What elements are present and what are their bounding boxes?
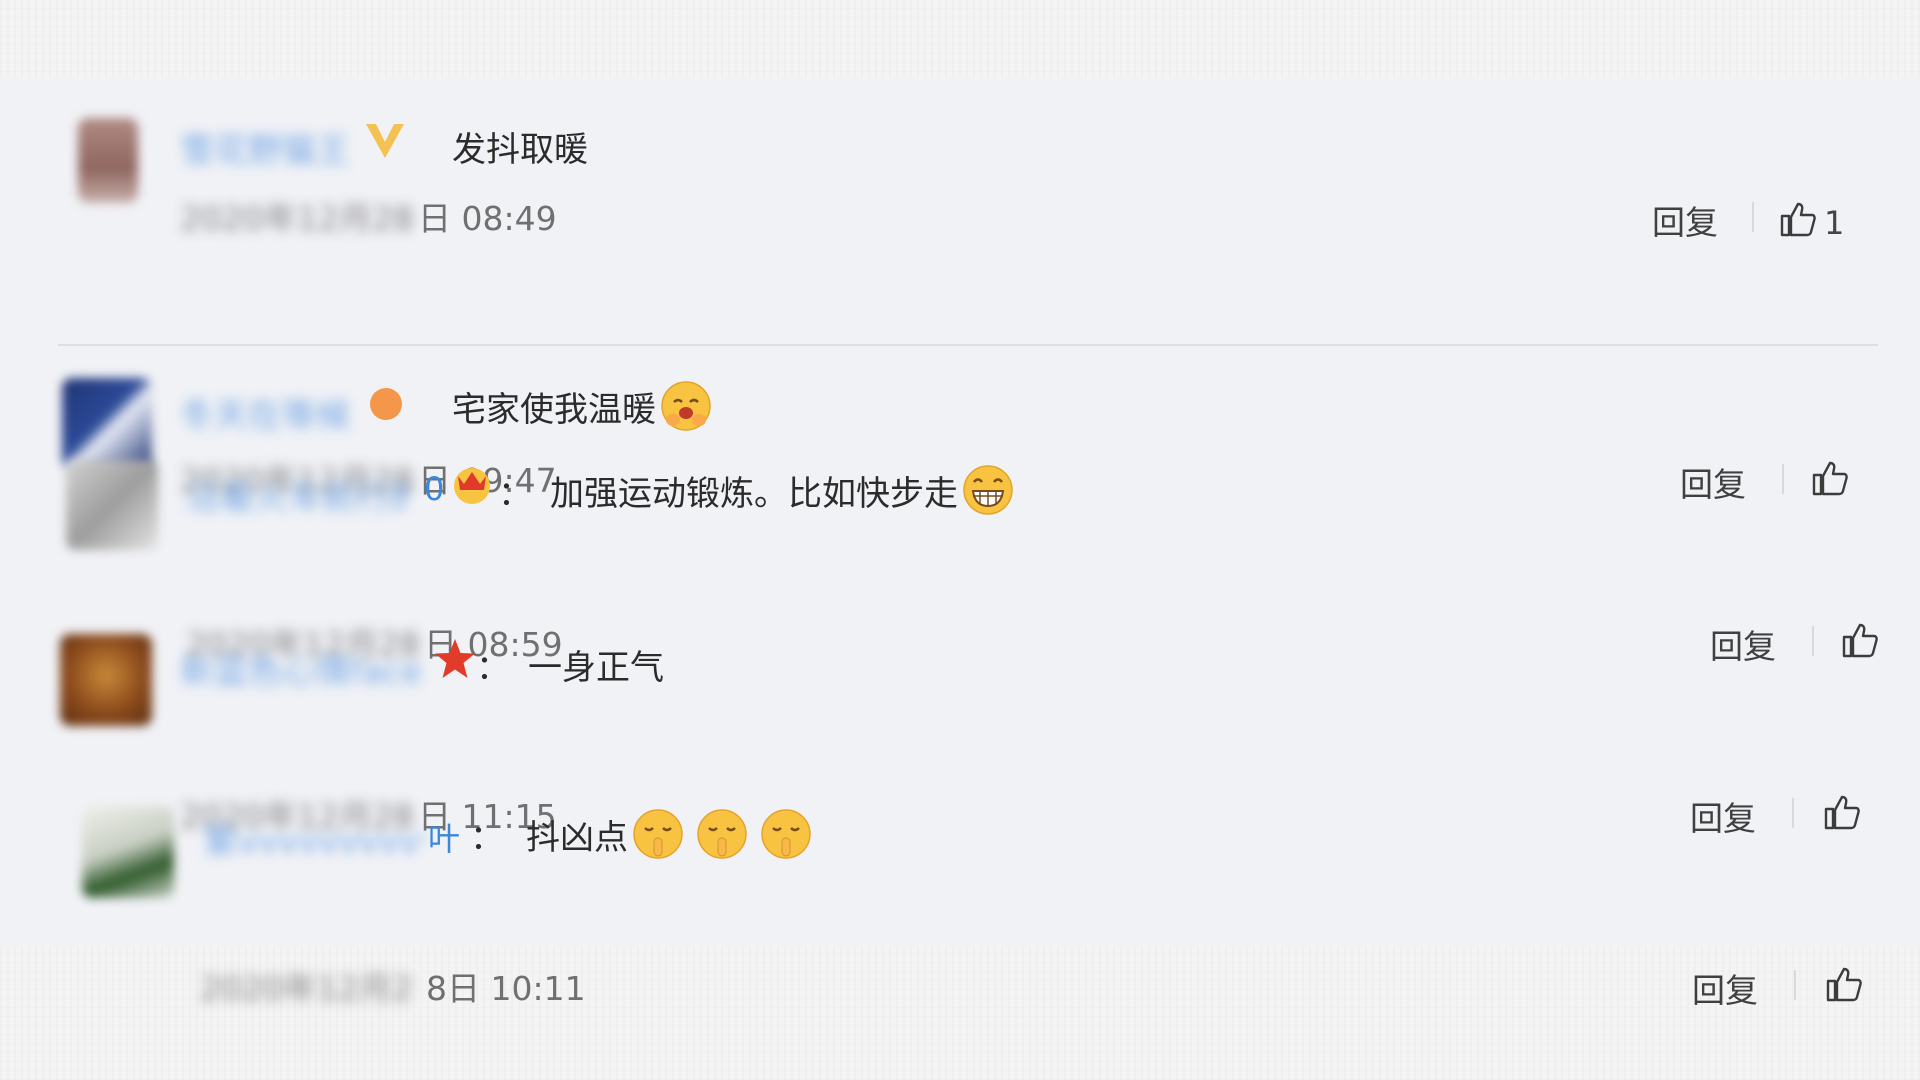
thumbs-up-icon bbox=[1842, 623, 1878, 658]
name-separator: ： bbox=[470, 817, 504, 858]
reply-button[interactable]: 回复 bbox=[1692, 964, 1758, 1012]
like-button[interactable] bbox=[1824, 964, 1864, 1004]
user-name[interactable]: 新蓝色心情face bbox=[180, 644, 420, 693]
user-name[interactable]: 繁vvvvvvvvvv bbox=[204, 814, 424, 863]
hug-emoji-icon bbox=[661, 381, 711, 431]
name-separator: ： bbox=[498, 473, 532, 514]
shush-emoji-icon bbox=[761, 809, 811, 859]
star-badge-icon bbox=[435, 639, 475, 678]
name-separator: ： bbox=[476, 648, 510, 688]
comment-text: 宅家使我温暖 bbox=[452, 380, 712, 432]
action-separator bbox=[1792, 798, 1794, 828]
comment-text-content: 抖凶点 bbox=[526, 817, 628, 858]
user-avatar[interactable] bbox=[82, 806, 174, 898]
thumbs-up-icon bbox=[1824, 795, 1860, 830]
action-separator bbox=[1794, 970, 1796, 1000]
crown-badge-icon bbox=[454, 468, 490, 504]
shush-emoji-icon bbox=[697, 809, 747, 859]
comment-text: ： 一身正气 bbox=[476, 640, 664, 689]
like-button[interactable] bbox=[1840, 620, 1880, 660]
thumbs-up-icon bbox=[1826, 967, 1862, 1002]
thumbs-up-icon bbox=[1812, 461, 1848, 496]
sun-badge-icon bbox=[370, 388, 402, 420]
comment-item: 繁vvvvvvvvvv 叶 ： 抖凶点 2020年12月2 8日 10:11 回… bbox=[0, 78, 1920, 1010]
user-name-tail[interactable]: 0 bbox=[424, 470, 444, 508]
like-button[interactable] bbox=[1822, 792, 1862, 832]
reply-button[interactable]: 回复 bbox=[1710, 620, 1776, 668]
comment-list: 雪花野猫王 发抖取暖 2020年12月28 日 08:49 回复 1 冬天在等候… bbox=[0, 78, 1920, 1010]
comment-text-content: 宅家使我温暖 bbox=[452, 389, 656, 430]
user-name[interactable]: 沿着火车前行的10 bbox=[186, 470, 410, 519]
user-avatar[interactable] bbox=[62, 378, 152, 470]
user-name-tail[interactable]: 叶 bbox=[428, 814, 460, 860]
reply-button[interactable]: 回复 bbox=[1690, 792, 1756, 840]
like-button[interactable] bbox=[1810, 458, 1850, 498]
comment-date: 8日 10:11 bbox=[426, 969, 586, 1008]
comment-text: ： 抖凶点 bbox=[470, 808, 812, 860]
comment-date-blurred: 2020年12月2 bbox=[200, 969, 413, 1008]
comment-item: 冬天在等候 宅家使我温暖 2020年12月28 日 09:47 回复 bbox=[0, 258, 1920, 504]
reply-button[interactable]: 回复 bbox=[1680, 458, 1746, 506]
comment-text-content: 一身正气 bbox=[528, 648, 664, 688]
action-separator bbox=[1812, 626, 1814, 656]
user-avatar[interactable] bbox=[60, 634, 152, 726]
action-separator bbox=[1782, 464, 1784, 494]
grin-emoji-icon bbox=[963, 465, 1013, 515]
shush-emoji-icon bbox=[633, 809, 683, 859]
user-avatar[interactable] bbox=[66, 460, 158, 550]
comment-text: ： 加强运动锻炼。比如快步走 bbox=[498, 464, 1014, 516]
comment-text-content: 加强运动锻炼。比如快步走 bbox=[550, 473, 958, 514]
